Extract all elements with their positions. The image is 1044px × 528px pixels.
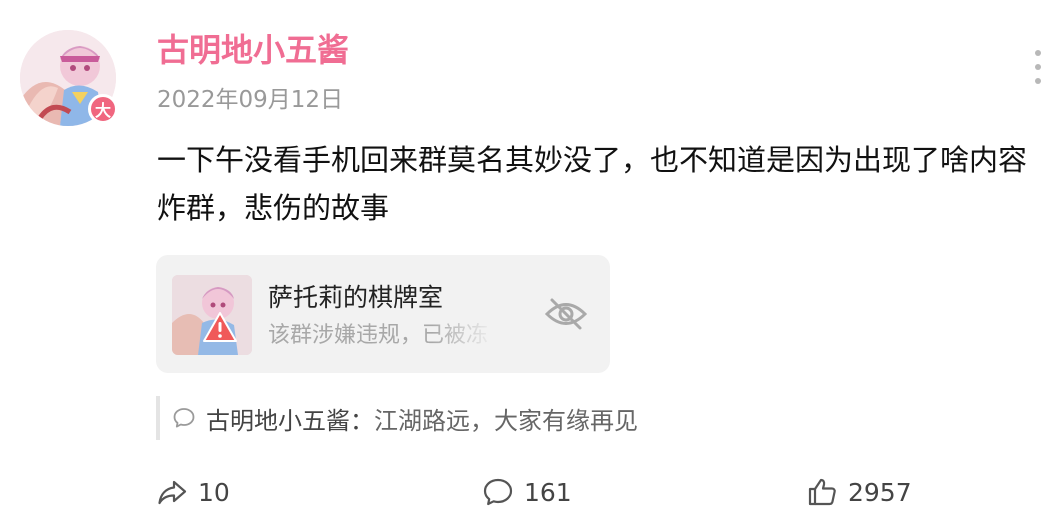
comment-text: 江湖路远，大家有缘再见 <box>374 406 638 435</box>
share-count: 10 <box>198 477 230 507</box>
share-icon <box>158 480 187 505</box>
like-button[interactable]: 2957 <box>806 470 912 514</box>
post-card: 大 古明地小五酱 2022年09月12日 一下午没看手机回来群莫名其妙没了，也不… <box>0 0 1044 528</box>
group-card[interactable]: 萨托莉的棋牌室 该群涉嫌违规，已被冻 <box>156 255 610 373</box>
like-count: 2957 <box>848 477 912 507</box>
more-icon[interactable] <box>1032 50 1044 90</box>
author-name[interactable]: 古明地小五酱 <box>157 30 349 70</box>
comment-preview[interactable]: 古明地小五酱： 江湖路远，大家有缘再见 <box>156 396 638 440</box>
post-content: 一下午没看手机回来群莫名其妙没了，也不知道是因为出现了啥内容炸群，悲伤的故事 <box>157 143 1028 225</box>
comment-icon <box>483 478 513 506</box>
group-status: 该群涉嫌违规，已被冻 <box>268 323 489 348</box>
comment-author[interactable]: 古明地小五酱： <box>206 401 374 436</box>
comment-button[interactable]: 161 <box>482 470 572 514</box>
hidden-eye-icon[interactable] <box>544 297 588 331</box>
comment-count: 161 <box>524 477 572 507</box>
warning-icon <box>203 312 237 342</box>
share-button[interactable]: 10 <box>156 470 230 514</box>
like-icon <box>808 478 836 506</box>
level-badge: 大 <box>88 94 118 124</box>
post-date: 2022年09月12日 <box>157 87 344 113</box>
author-avatar[interactable]: 大 <box>20 30 118 126</box>
comment-icon <box>173 408 195 428</box>
group-name: 萨托莉的棋牌室 <box>268 283 444 312</box>
